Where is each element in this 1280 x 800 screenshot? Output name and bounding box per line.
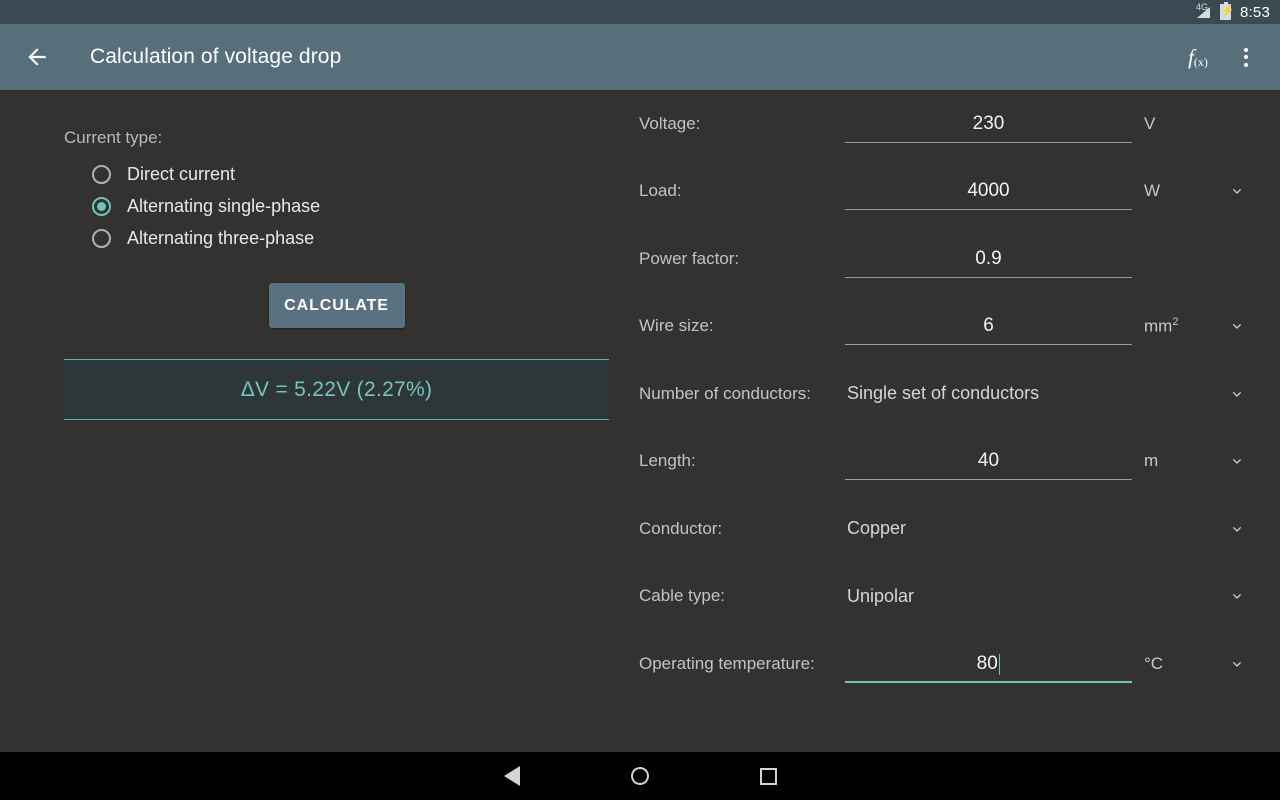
nav-back-icon xyxy=(504,766,520,786)
status-bar-clock: 8:53 xyxy=(1240,3,1270,21)
input-underline xyxy=(845,680,1132,683)
fx-x-label: (x) xyxy=(1193,54,1208,69)
chevron-down-icon[interactable] xyxy=(1225,179,1249,203)
arrow-back-icon xyxy=(28,48,46,66)
field-label: Load: xyxy=(639,181,682,201)
field-label: Length: xyxy=(639,451,696,471)
input-underline xyxy=(845,479,1132,481)
signal-4g-icon: 4G xyxy=(1196,3,1213,19)
form-row: Number of conductors: Single set of condu… xyxy=(639,360,1249,428)
current-type-radio-group: Direct current Alternating single-phase … xyxy=(64,158,612,254)
dropdown-value[interactable]: Copper xyxy=(845,518,1132,539)
result-box: ΔV = 5.22V (2.27%) xyxy=(64,359,609,420)
input-value: 0.9 xyxy=(975,247,1002,269)
unit-label: °C xyxy=(1144,653,1164,673)
calculate-button-wrap: CALCULATE xyxy=(64,283,609,328)
text-input[interactable]: 6 xyxy=(845,306,1132,346)
battery-charging-icon: ⚡ xyxy=(1220,1,1235,20)
nav-home-button[interactable] xyxy=(576,752,704,800)
more-vertical-icon-dot xyxy=(1244,55,1248,59)
radio-option-alternating-single-phase[interactable]: Alternating single-phase xyxy=(92,190,612,222)
radio-icon[interactable] xyxy=(92,228,111,248)
battery-bolt: ⚡ xyxy=(1221,5,1235,17)
chevron-down-icon[interactable] xyxy=(1225,652,1249,676)
dropdown-value[interactable]: Unipolar xyxy=(845,586,1132,607)
unit-label: W xyxy=(1144,181,1161,201)
input-value: 4000 xyxy=(967,180,1010,202)
unit-label: mm2 xyxy=(1144,315,1179,336)
chevron-down-icon[interactable] xyxy=(1225,584,1249,608)
radio-option-alternating-three-phase[interactable]: Alternating three-phase xyxy=(92,222,612,254)
text-cursor xyxy=(998,654,1001,676)
field-label: Operating temperature: xyxy=(639,653,815,673)
app-screen: 4G ⚡ 8:53 Calculation of voltage drop f(… xyxy=(0,0,1280,800)
form-row: Voltage: 230 V xyxy=(639,90,1249,158)
radio-icon[interactable] xyxy=(92,164,111,184)
input-underline xyxy=(845,344,1132,346)
page-title: Calculation of voltage drop xyxy=(90,45,342,68)
radio-label: Direct current xyxy=(127,163,236,184)
nav-recents-icon xyxy=(759,767,777,785)
android-navigation-bar xyxy=(0,752,1280,800)
radio-label: Alternating single-phase xyxy=(127,195,321,216)
chevron-down-icon[interactable] xyxy=(1225,517,1249,541)
form-row: Wire size: 6 mm2 xyxy=(639,293,1249,361)
left-panel: Current type: Direct current Alternating… xyxy=(64,90,612,420)
input-underline xyxy=(845,141,1132,143)
formula-button[interactable]: f(x) xyxy=(1174,33,1222,81)
form-row: Cable type: Unipolar xyxy=(639,563,1249,631)
chevron-down-icon[interactable] xyxy=(1225,382,1249,406)
status-bar: 4G ⚡ 8:53 xyxy=(0,0,1280,24)
form-row: Operating temperature: 80 °C xyxy=(639,630,1249,698)
text-input[interactable]: 230 xyxy=(845,104,1132,144)
form-row: Power factor: 0.9 xyxy=(639,225,1249,293)
parameters-form: Voltage: 230 V Load: 4000 W Power factor: 0.9 Wi… xyxy=(639,90,1249,698)
text-input[interactable]: 4000 xyxy=(845,171,1132,211)
fx-formula-icon: f(x) xyxy=(1188,46,1208,69)
radio-option-direct-current[interactable]: Direct current xyxy=(92,158,612,190)
text-input[interactable]: 80 xyxy=(845,644,1132,684)
field-label: Cable type: xyxy=(639,586,725,606)
unit-label: V xyxy=(1144,113,1156,133)
nav-home-icon xyxy=(631,767,649,785)
field-label: Number of conductors: xyxy=(639,383,811,403)
chevron-down-icon[interactable] xyxy=(1225,449,1249,473)
text-input[interactable]: 0.9 xyxy=(845,239,1132,279)
field-label: Voltage: xyxy=(639,113,701,133)
radio-icon-selected[interactable] xyxy=(92,196,111,216)
field-label: Power factor: xyxy=(639,248,740,268)
more-vertical-icon-dot xyxy=(1244,62,1248,67)
overflow-menu-button[interactable] xyxy=(1222,33,1270,81)
input-value: 80 xyxy=(976,652,998,674)
radio-label: Alternating three-phase xyxy=(127,227,315,248)
dropdown-value[interactable]: Single set of conductors xyxy=(845,383,1132,404)
app-bar: Calculation of voltage drop f(x) xyxy=(0,24,1280,90)
field-label: Wire size: xyxy=(639,316,714,336)
unit-superscript: 2 xyxy=(1172,315,1179,328)
form-row: Conductor: Copper xyxy=(639,495,1249,563)
input-underline xyxy=(845,209,1132,211)
nav-recents-button[interactable] xyxy=(704,752,832,800)
signal-bars-shape xyxy=(1197,7,1210,18)
form-row: Length: 40 m xyxy=(639,428,1249,496)
back-button[interactable] xyxy=(11,31,63,83)
nav-back-button[interactable] xyxy=(448,752,576,800)
more-vertical-icon-dot xyxy=(1244,47,1248,52)
text-input[interactable]: 40 xyxy=(845,441,1132,481)
chevron-down-icon[interactable] xyxy=(1225,314,1249,338)
input-value: 40 xyxy=(977,450,1000,472)
input-value: 6 xyxy=(983,315,994,337)
current-type-label: Current type: xyxy=(64,128,163,147)
result-value: ΔV = 5.22V (2.27%) xyxy=(240,377,433,401)
calculate-button[interactable]: CALCULATE xyxy=(268,283,405,328)
content-area: Current type: Direct current Alternating… xyxy=(0,90,1280,752)
form-row: Load: 4000 W xyxy=(639,158,1249,226)
unit-label: m xyxy=(1144,451,1159,471)
input-underline xyxy=(845,276,1132,278)
input-value: 230 xyxy=(972,112,1005,134)
status-bar-icons: 4G ⚡ 8:53 xyxy=(1196,1,1270,21)
field-label: Conductor: xyxy=(639,518,723,538)
